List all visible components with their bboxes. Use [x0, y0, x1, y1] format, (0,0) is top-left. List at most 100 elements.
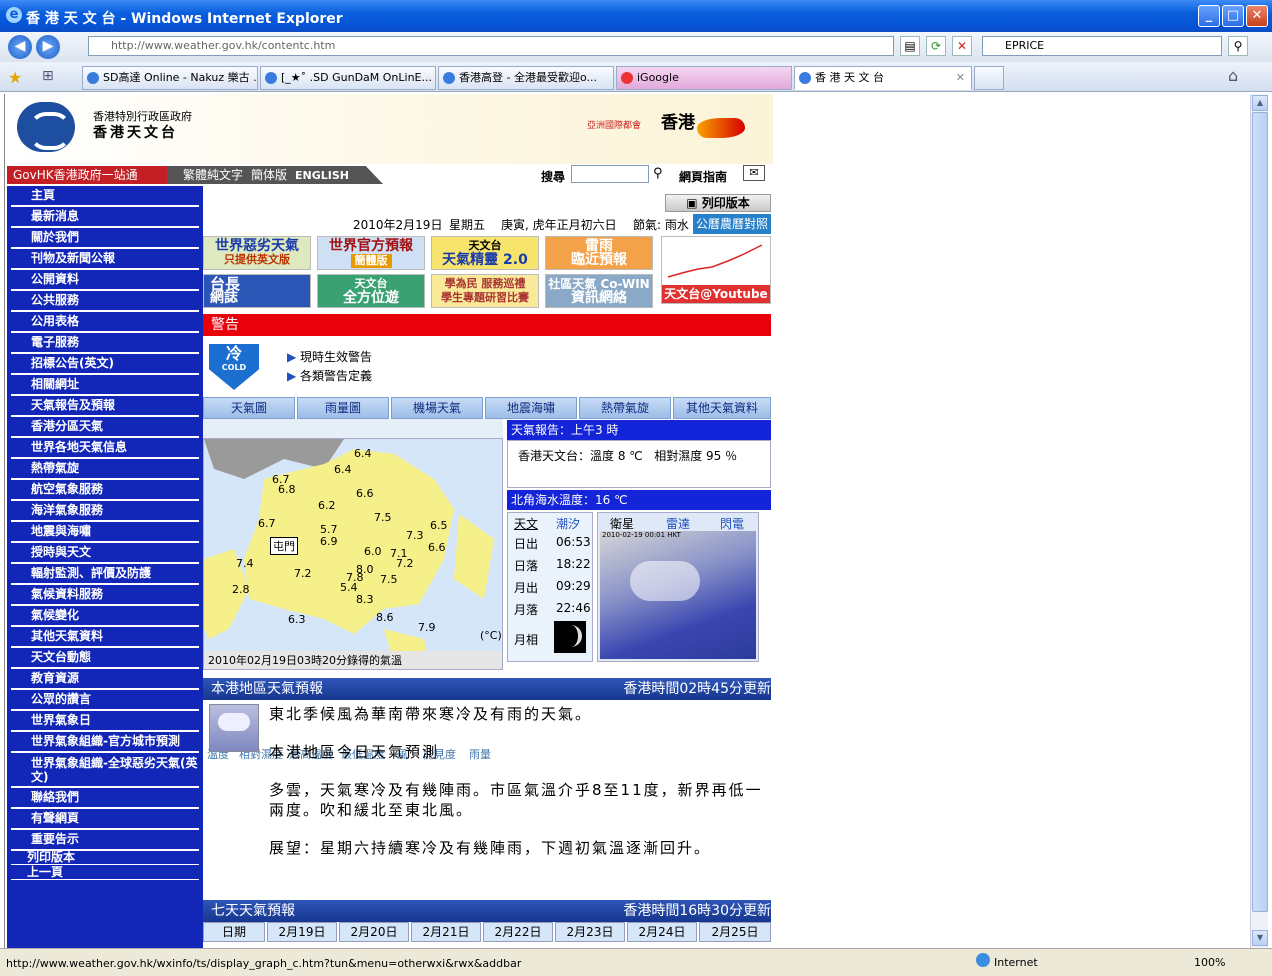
nav-item[interactable]: 航空氣象服務	[11, 480, 199, 501]
tab-satellite[interactable]: 衛星	[610, 515, 634, 532]
nav-item[interactable]: 最新消息	[11, 207, 199, 228]
nav-item[interactable]: 氣候資料服務	[11, 585, 199, 606]
trad-text-link[interactable]: 繁體純文字	[183, 168, 243, 182]
home-icon[interactable]: ⌂	[1228, 66, 1238, 85]
temp-value: 6.6	[428, 541, 446, 554]
nav-item[interactable]: 公共服務	[11, 291, 199, 312]
nav-item[interactable]: 海洋氣象服務	[11, 501, 199, 522]
print-version-button[interactable]: ▣ 列印版本	[665, 194, 771, 212]
tab-tide[interactable]: 潮汐	[556, 515, 580, 532]
nav-item[interactable]: 世界氣象日	[11, 711, 199, 732]
nav-item[interactable]: 聯絡我們	[11, 788, 199, 809]
refresh-icon[interactable]: ⟳	[926, 36, 946, 56]
scroll-up-button[interactable]: ▲	[1252, 95, 1268, 111]
tab-lightning[interactable]: 閃電	[720, 515, 744, 532]
tab-airport-weather[interactable]: 機場天氣	[391, 397, 483, 419]
site-search-icon[interactable]: ⚲	[653, 166, 663, 181]
nav-item[interactable]: 主頁	[11, 186, 199, 207]
zoom-level[interactable]: 100%	[1194, 956, 1225, 969]
banner-co-win[interactable]: 社區天氣 Co-WIN 資訊網絡	[545, 274, 653, 308]
banner-chart-thumbnail[interactable]: 天文台@Youtube	[661, 236, 771, 304]
search-label: 搜尋	[541, 170, 566, 184]
simp-link[interactable]: 簡体版	[251, 168, 287, 182]
vertical-scrollbar[interactable]: ▲ ▼	[1250, 94, 1268, 948]
banner-severe-weather[interactable]: 世界惡劣天氣 只提供英文版	[203, 236, 311, 270]
nav-item[interactable]: 氣候變化	[11, 606, 199, 627]
nav-item[interactable]: 其他天氣資料	[11, 627, 199, 648]
nav-item[interactable]: 世界氣象組織-官方城市預測	[11, 732, 199, 753]
tab-rainfall-map[interactable]: 雨量圖	[297, 397, 389, 419]
minimize-button[interactable]: _	[1198, 5, 1220, 27]
back-button[interactable]: ◀	[8, 35, 32, 59]
english-link[interactable]: ENGLISH	[295, 169, 349, 182]
stop-icon[interactable]: ✕	[952, 36, 972, 56]
calendar-link[interactable]: 公曆農曆對照	[693, 214, 771, 234]
search-icon[interactable]: ⚲	[1228, 36, 1248, 56]
nav-item[interactable]: 公開資料	[11, 270, 199, 291]
address-input[interactable]: http://www.weather.gov.hk/contentc.htm	[88, 36, 894, 56]
banner-nowcast[interactable]: 雷雨 臨近預報	[545, 236, 653, 270]
printer-icon: ▣	[686, 196, 702, 210]
nav-item[interactable]: 授時與天文	[11, 543, 199, 564]
quick-tabs-icon[interactable]: ⊞	[42, 68, 54, 84]
tab-weather-map[interactable]: 天氣圖	[203, 397, 295, 419]
compatibility-icon[interactable]: ▤	[900, 36, 920, 56]
temp-value: 8.6	[376, 611, 394, 624]
tab-astro[interactable]: 天文	[514, 515, 538, 532]
maximize-button[interactable]: □	[1222, 5, 1244, 27]
tab-igoogle[interactable]: iGoogle	[616, 66, 792, 90]
sunset-time: 18:22	[556, 557, 591, 571]
banner-director-blog[interactable]: 台長 網誌	[203, 274, 311, 308]
nav-item[interactable]: 地震與海嘯	[11, 522, 199, 543]
tab-sd-gundam[interactable]: SD高達 Online - Nakuz 樂古 ...	[82, 66, 258, 90]
nav-item[interactable]: 天氣報告及預報	[11, 396, 199, 417]
banner-weather-wizard[interactable]: 天文台 天氣精靈 2.0	[431, 236, 539, 270]
nav-item[interactable]: 公眾的讚言	[11, 690, 199, 711]
nav-item[interactable]: 世界各地天氣信息	[11, 438, 199, 459]
nav-item[interactable]: 關於我們	[11, 228, 199, 249]
nav-item[interactable]: 有聲網頁	[11, 809, 199, 830]
tab-radar[interactable]: 雷達	[666, 515, 690, 532]
nav-item[interactable]: 重要告示	[11, 830, 199, 851]
satellite-image[interactable]: 2010-02-19 00:01 HKT	[600, 531, 756, 659]
search-input[interactable]: EPRICE	[982, 36, 1222, 56]
hko-logo[interactable]	[17, 102, 75, 152]
cold-warning-icon[interactable]: 冷 COLD	[209, 344, 259, 390]
tab-sd-gundam-online[interactable]: [_★˚ .SD GunDaM OnLinE...	[260, 66, 436, 90]
temperature-map[interactable]: 6.4 6.4 6.7 6.8 6.6 6.2 7.5 5.7 6.5 6.9 …	[203, 438, 503, 670]
nav-print[interactable]: 列印版本	[11, 851, 199, 865]
banner-all-round-tour[interactable]: 天文台 全方位遊	[317, 274, 425, 308]
site-search-input[interactable]	[571, 165, 649, 183]
nav-item[interactable]: 刊物及新聞公報	[11, 249, 199, 270]
tab-hkgolden[interactable]: 香港高登 - 全港最受歡迎o...	[438, 66, 614, 90]
tab-other-weather[interactable]: 其他天氣資料	[673, 397, 771, 419]
new-tab-button[interactable]	[974, 66, 1004, 90]
nav-item[interactable]: 相關網址	[11, 375, 199, 396]
scroll-down-button[interactable]: ▼	[1252, 930, 1268, 946]
cloud-shape	[630, 561, 700, 601]
mail-icon[interactable]: ✉	[743, 165, 765, 181]
forward-button[interactable]: ▶	[36, 35, 60, 59]
nav-item[interactable]: 香港分區天氣	[11, 417, 199, 438]
nav-item[interactable]: 輻射監測、評價及防護	[11, 564, 199, 585]
banner-official-forecast[interactable]: 世界官方預報 簡體版	[317, 236, 425, 270]
nav-item[interactable]: 熱帶氣旋	[11, 459, 199, 480]
site-guide-link[interactable]: 網頁指南	[679, 168, 727, 185]
nav-item[interactable]: 教育資源	[11, 669, 199, 690]
scroll-thumb[interactable]	[1252, 112, 1268, 912]
nav-item[interactable]: 電子服務	[11, 333, 199, 354]
govhk-link[interactable]: GovHK香港政府一站通	[7, 166, 167, 184]
nav-item[interactable]: 公用表格	[11, 312, 199, 333]
tab-earthquake[interactable]: 地震海嘯	[485, 397, 577, 419]
tab-tropical-cyclone[interactable]: 熱帶氣旋	[579, 397, 671, 419]
close-button[interactable]: ✕	[1246, 5, 1268, 27]
nav-item[interactable]: 招標公告(英文)	[11, 354, 199, 375]
current-warnings-link[interactable]: ▶ 現時生效警告	[287, 348, 372, 365]
nav-back[interactable]: 上一頁	[11, 866, 199, 880]
banner-student-project[interactable]: 學為民 服務巡禮 學生專題研習比賽	[431, 274, 539, 308]
warning-definitions-link[interactable]: ▶ 各類警告定義	[287, 367, 372, 384]
favorites-star-icon[interactable]: ★	[8, 68, 22, 87]
tab-hko[interactable]: 香 港 天 文 台 ✕	[794, 66, 972, 90]
nav-item[interactable]: 天文台動態	[11, 648, 199, 669]
nav-item[interactable]: 世界氣象組織-全球惡劣天氣(英文)	[11, 753, 199, 788]
